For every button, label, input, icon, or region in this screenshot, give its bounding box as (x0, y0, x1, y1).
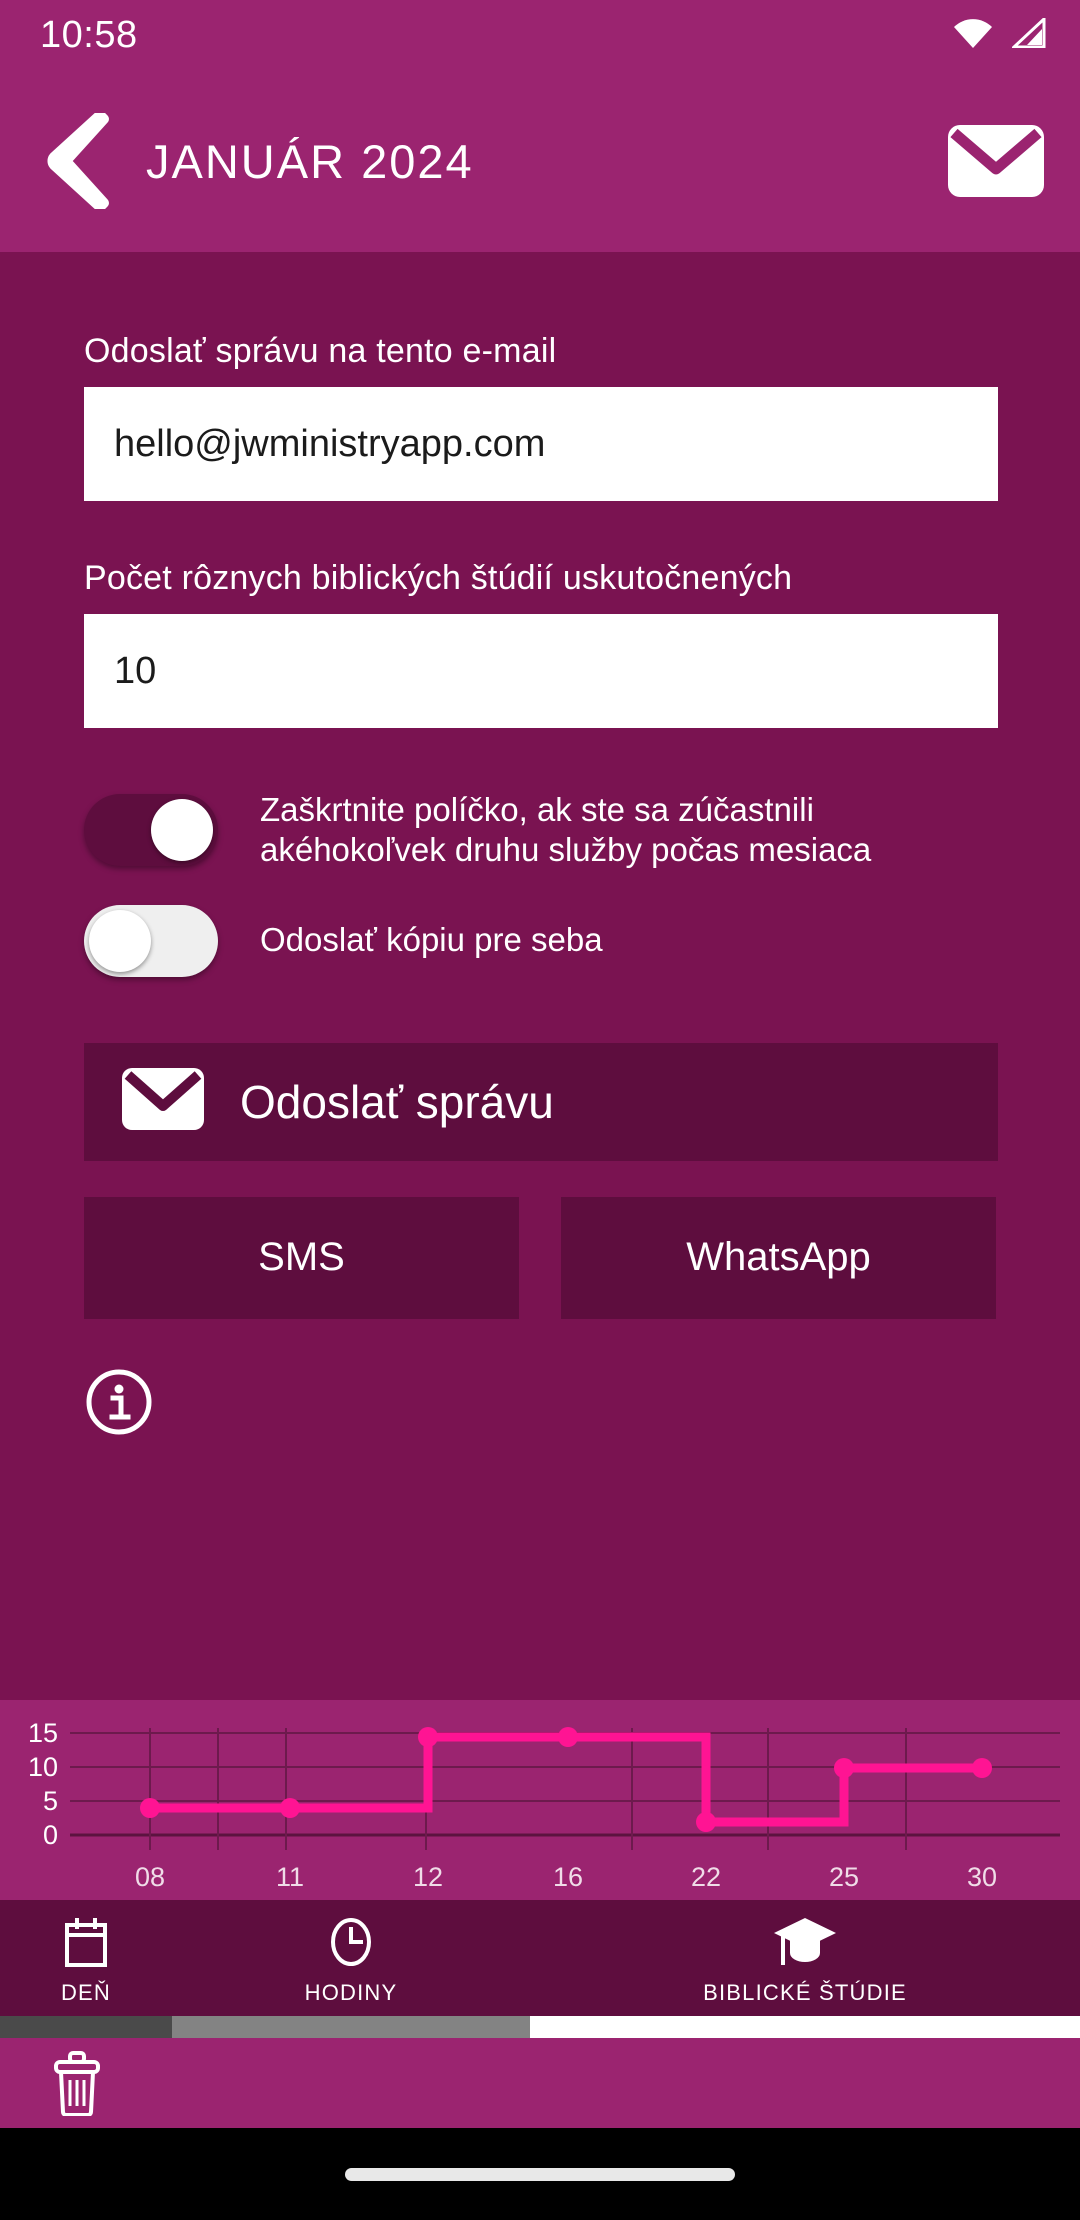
data-point-30 (972, 1758, 992, 1778)
x-tick-30: 30 (967, 1862, 997, 1892)
data-point-22 (696, 1812, 716, 1832)
envelope-icon (120, 1066, 206, 1137)
share-button-row: SMS WhatsApp (84, 1196, 996, 1319)
studies-count-input[interactable]: 10 (84, 614, 998, 728)
action-bar (0, 2038, 1080, 2128)
data-point-08 (140, 1798, 160, 1818)
calendar-icon (63, 1915, 109, 1969)
send-message-label: Odoslať správu (240, 1075, 554, 1128)
data-point-12 (418, 1727, 438, 1747)
info-row (84, 1367, 996, 1442)
chart-data-points (140, 1727, 992, 1832)
info-circle-icon[interactable] (84, 1369, 154, 1441)
chart-y-axis-labels: 15 10 5 0 (28, 1718, 58, 1850)
tab-day-label: DEŇ (60, 1979, 112, 2005)
page-indicator-segment-1 (0, 2016, 172, 2038)
participation-toggle-row: Zaškrtnite políčko, ak ste sa zúčastnili… (84, 790, 996, 871)
x-tick-11: 11 (276, 1862, 304, 1892)
x-tick-16: 16 (553, 1862, 583, 1892)
studies-field-label: Počet rôznych biblických štúdií uskutočn… (84, 559, 793, 597)
app-root: 10:58 JANUÁR 2024 Odoslať správu na tent… (0, 0, 1080, 2220)
x-tick-22: 22 (691, 1862, 721, 1892)
bottom-navigation: DEŇ HODINY BIBLICKÉ ŠTÚDIE (0, 1900, 1080, 2020)
email-input[interactable]: hello@jwministryapp.com (84, 387, 998, 501)
send-copy-toggle-label: Odoslať kópiu pre seba (260, 921, 603, 959)
toggle-knob (151, 799, 213, 862)
participation-toggle-label: Zaškrtnite políčko, ak ste sa zúčastnili… (260, 791, 872, 869)
status-bar: 10:58 (0, 0, 1080, 70)
y-tick-0: 0 (43, 1820, 58, 1850)
form-body: Odoslať správu na tento e-mail hello@jwm… (0, 332, 1080, 1442)
graduation-cap-icon (770, 1915, 840, 1969)
status-bar-clock: 10:58 (40, 13, 138, 56)
whatsapp-button[interactable]: WhatsApp (561, 1196, 996, 1319)
tab-bible-studies-label: BIBLICKÉ ŠTÚDIE (703, 1979, 907, 2005)
data-point-16 (558, 1727, 578, 1747)
whatsapp-button-label: WhatsApp (686, 1235, 871, 1279)
y-tick-10: 10 (28, 1752, 58, 1782)
chart-step-line (150, 1732, 982, 1827)
system-gesture-bar (0, 2128, 1080, 2220)
back-chevron-icon[interactable] (46, 110, 112, 212)
page-title: JANUÁR 2024 (146, 134, 474, 188)
chart-svg: 15 10 5 0 08 11 12 16 22 25 30 (28, 1718, 1060, 1892)
y-tick-15: 15 (28, 1718, 58, 1748)
page-indicator-segment-3 (530, 2016, 1080, 2038)
x-tick-12: 12 (413, 1862, 443, 1892)
toggle-knob (89, 909, 151, 972)
chart-x-axis-labels: 08 11 12 16 22 25 30 (135, 1862, 997, 1892)
studies-step-chart: 15 10 5 0 08 11 12 16 22 25 30 (0, 1700, 1080, 1900)
wifi-icon (952, 18, 994, 53)
app-bar: JANUÁR 2024 (0, 70, 1080, 252)
send-copy-toggle[interactable] (84, 904, 218, 977)
sms-button[interactable]: SMS (84, 1196, 519, 1319)
clock-icon (327, 1915, 375, 1969)
x-tick-08: 08 (135, 1862, 165, 1892)
trash-icon[interactable] (50, 2050, 104, 2117)
tab-bible-studies[interactable]: BIBLICKÉ ŠTÚDIE (530, 1900, 1080, 2020)
send-copy-toggle-row: Odoslať kópiu pre seba (84, 904, 996, 977)
tab-day[interactable]: DEŇ (0, 1900, 172, 2020)
tab-hours[interactable]: HODINY (172, 1900, 530, 2020)
page-indicator-bar[interactable] (0, 2016, 1080, 2038)
x-tick-25: 25 (829, 1862, 859, 1892)
page-indicator-segment-2 (172, 2016, 530, 2038)
cell-signal-icon (1010, 15, 1046, 53)
send-message-button[interactable]: Odoslať správu (84, 1042, 998, 1161)
status-bar-icons (952, 15, 1046, 53)
y-tick-5: 5 (43, 1786, 58, 1816)
participation-toggle[interactable] (84, 794, 218, 867)
data-point-11 (280, 1798, 300, 1818)
tab-hours-label: HODINY (304, 1979, 398, 2005)
email-field-label: Odoslať správu na tento e-mail (84, 332, 557, 370)
gesture-pill[interactable] (345, 2167, 735, 2181)
data-point-25 (834, 1758, 854, 1778)
envelope-icon[interactable] (946, 123, 1046, 199)
sms-button-label: SMS (258, 1235, 345, 1279)
